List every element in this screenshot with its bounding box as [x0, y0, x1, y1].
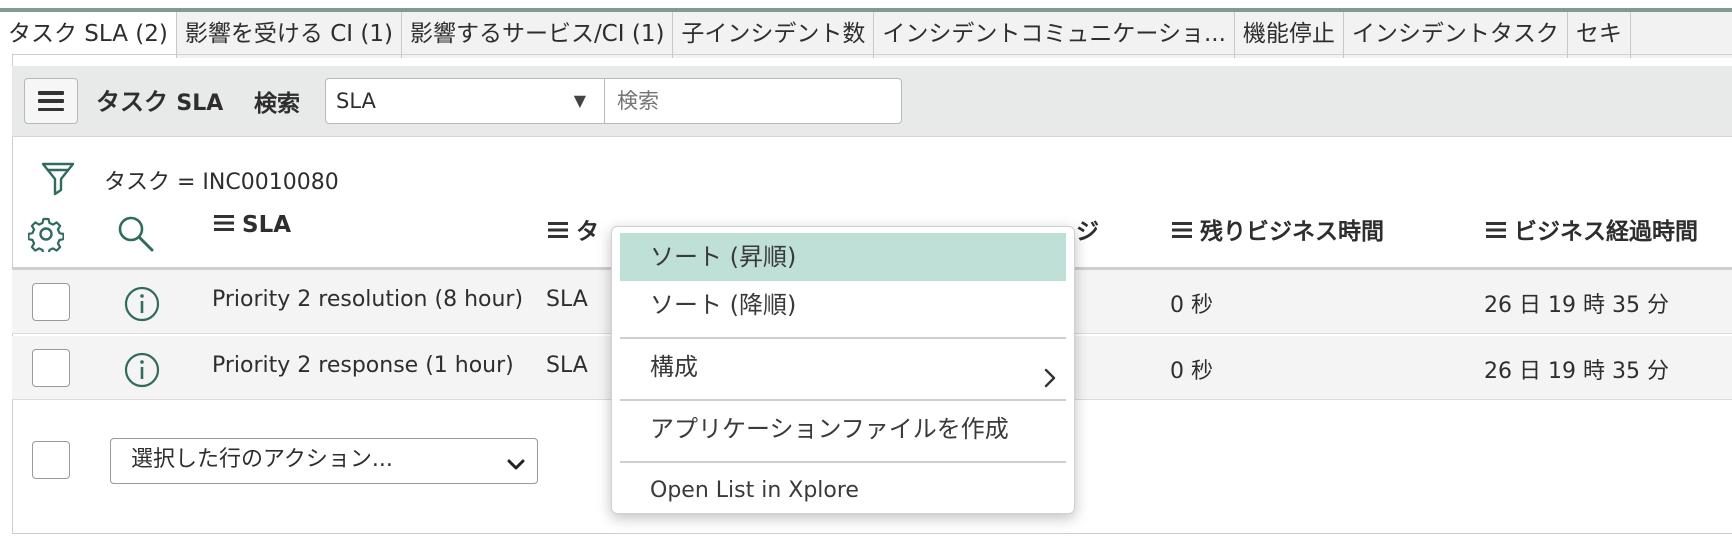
select-all-checkbox[interactable] — [32, 441, 70, 479]
cell-remaining: 0 秒 — [1170, 293, 1213, 318]
search-label: 検索 — [254, 91, 300, 117]
column-header-stage[interactable]: ジ — [1076, 212, 1099, 246]
list-menu-button[interactable] — [24, 78, 78, 124]
menu-item-create-application-file[interactable]: アプリケーションファイルを作成 — [612, 405, 1074, 453]
search-field-value: SLA — [336, 89, 376, 113]
column-menu-icon[interactable] — [1486, 222, 1506, 238]
tab-security[interactable]: セキ — [1568, 12, 1631, 58]
column-menu-icon[interactable] — [1172, 222, 1192, 238]
dropdown-arrow-icon: ▼ — [573, 91, 586, 110]
cell-remaining: 0 秒 — [1170, 359, 1213, 384]
cell-type: SLA — [546, 287, 588, 312]
row-checkbox[interactable] — [32, 283, 70, 321]
gear-icon[interactable] — [27, 216, 65, 256]
tab-task-sla[interactable]: タスク SLA (2) — [0, 12, 177, 58]
menu-item-open-in-xplore[interactable]: Open List in Xplore — [612, 467, 1074, 515]
cell-sla[interactable]: Priority 2 resolution (8 hour) — [212, 287, 523, 312]
column-menu-icon[interactable] — [548, 222, 568, 238]
search-icon[interactable] — [116, 214, 156, 258]
column-header-business-elapsed-time[interactable]: ビジネス経過時間 — [1486, 212, 1698, 246]
menu-separator — [620, 399, 1066, 401]
column-menu-icon[interactable] — [214, 215, 234, 231]
cell-elapsed: 26 日 19 時 35 分 — [1484, 293, 1669, 318]
column-header-type-label: タ — [576, 219, 599, 245]
chevron-right-icon — [1042, 357, 1058, 405]
list-title: タスク SLA — [96, 82, 223, 117]
info-icon[interactable] — [124, 352, 160, 388]
menu-separator — [620, 337, 1066, 339]
column-header-remaining-label: 残りビジネス時間 — [1200, 219, 1384, 245]
related-list-tabs: タスク SLA (2) 影響を受ける CI (1) 影響するサービス/CI (1… — [0, 8, 1732, 58]
column-context-menu: ソート (昇順) ソート (降順) 構成 アプリケーションファイルを作成 Ope… — [611, 226, 1075, 514]
menu-item-sort-descending[interactable]: ソート (降順) — [612, 281, 1074, 329]
list-title-sub: SLA — [176, 91, 224, 116]
cell-sla[interactable]: Priority 2 response (1 hour) — [212, 353, 514, 378]
bulk-action-select[interactable]: 選択した行のアクション... — [110, 438, 538, 484]
menu-separator — [620, 461, 1066, 463]
tab-impacted-services[interactable]: 影響するサービス/CI (1) — [402, 12, 674, 58]
search-input[interactable] — [604, 78, 902, 124]
column-header-type[interactable]: タ — [548, 212, 599, 246]
info-icon[interactable] — [124, 286, 160, 322]
tab-outages[interactable]: 機能停止 — [1235, 12, 1344, 58]
column-header-elapsed-label: ビジネス経過時間 — [1514, 219, 1698, 245]
hamburger-icon — [38, 91, 64, 111]
tab-child-incidents[interactable]: 子インシデント数 — [673, 12, 875, 58]
filter-breadcrumb[interactable]: タスク = INC0010080 — [104, 164, 339, 196]
tab-affected-ci[interactable]: 影響を受ける CI (1) — [177, 12, 402, 58]
list-title-main: タスク — [96, 88, 168, 116]
cell-elapsed: 26 日 19 時 35 分 — [1484, 359, 1669, 384]
search-field-select[interactable]: SLA ▼ — [325, 78, 605, 124]
tab-incident-tasks[interactable]: インシデントタスク — [1344, 12, 1568, 58]
menu-item-configure[interactable]: 構成 — [612, 343, 1074, 391]
column-header-sla-label: SLA — [242, 212, 292, 238]
bulk-action-label: 選択した行のアクション... — [131, 447, 393, 472]
cell-type: SLA — [546, 353, 588, 378]
filter-icon[interactable] — [40, 160, 76, 200]
column-header-stage-label: ジ — [1076, 219, 1099, 245]
column-header-remaining-business-time[interactable]: 残りビジネス時間 — [1172, 212, 1384, 246]
row-checkbox[interactable] — [32, 349, 70, 387]
menu-item-sort-ascending[interactable]: ソート (昇順) — [620, 233, 1066, 281]
column-header-sla[interactable]: SLA — [214, 212, 291, 238]
tab-incident-communication[interactable]: インシデントコミュニケーショ... — [874, 12, 1235, 58]
menu-item-configure-label: 構成 — [650, 353, 698, 381]
chevron-down-icon — [505, 448, 527, 490]
